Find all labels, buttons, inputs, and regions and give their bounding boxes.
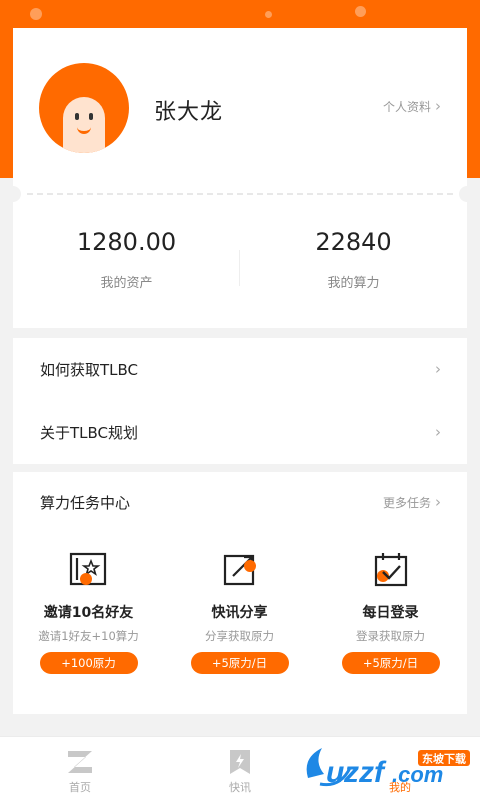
link-how-to-get-tlbc[interactable]: 如何获取TLBC › bbox=[13, 338, 467, 400]
assets-label: 我的资产 bbox=[100, 276, 153, 291]
decor-dot bbox=[265, 11, 272, 18]
svg-text:东坡下载: 东坡下载 bbox=[422, 752, 466, 766]
task-center-title: 算力任务中心 bbox=[40, 494, 131, 512]
avatar-eye bbox=[75, 113, 79, 120]
task-reward-button[interactable]: +5原力/日 bbox=[341, 652, 440, 674]
assets-value: 1280.00 bbox=[76, 228, 177, 256]
ticket-notch-left bbox=[5, 186, 21, 202]
watermark-logo: u zzf .com 东坡下载 bbox=[300, 738, 476, 796]
task-desc: 邀请1好友+10算力 bbox=[38, 629, 139, 643]
tab-home[interactable]: 首页 bbox=[0, 737, 160, 800]
task-desc: 分享获取原力 bbox=[205, 629, 274, 643]
ticket-notch-right bbox=[459, 186, 475, 202]
user-name: 张大龙 bbox=[154, 100, 224, 125]
more-tasks-label: 更多任务 bbox=[382, 496, 431, 510]
task-news-share: 快讯分享 分享获取原力 +5原力/日 bbox=[164, 552, 315, 674]
chevron-right-icon: › bbox=[435, 422, 441, 441]
stats-divider bbox=[239, 250, 240, 286]
decor-dot bbox=[355, 6, 366, 17]
more-tasks-link[interactable]: 更多任务 › bbox=[383, 494, 441, 511]
ticket-perforation bbox=[5, 186, 475, 202]
links-card: 如何获取TLBC › 关于TLBC规划 › bbox=[13, 338, 467, 464]
chevron-right-icon: › bbox=[435, 97, 441, 115]
link-about-tlbc-plan[interactable]: 关于TLBC规划 › bbox=[13, 401, 467, 463]
task-reward-button[interactable]: +5原力/日 bbox=[190, 652, 289, 674]
svg-text:u: u bbox=[326, 756, 344, 789]
news-icon bbox=[225, 747, 255, 777]
stats-row: 1280.00 我的资产 22840 我的算力 bbox=[13, 228, 467, 308]
stat-power[interactable]: 22840 我的算力 bbox=[240, 228, 467, 291]
chevron-right-icon: › bbox=[435, 359, 441, 378]
task-name: 每日登录 bbox=[362, 605, 419, 621]
avatar-mouth bbox=[77, 127, 91, 134]
task-center-card: 算力任务中心 更多任务 › 邀请10名好友 邀请1好友+10算力 +100原力 bbox=[13, 472, 467, 714]
task-name: 邀请10名好友 bbox=[43, 605, 134, 621]
task-desc: 登录获取原力 bbox=[356, 629, 425, 643]
task-daily-login: 每日登录 登录获取原力 +5原力/日 bbox=[315, 552, 466, 674]
decor-dot bbox=[30, 8, 42, 20]
stat-assets[interactable]: 1280.00 我的资产 bbox=[13, 228, 240, 291]
chevron-right-icon: › bbox=[435, 493, 441, 511]
task-name: 快讯分享 bbox=[211, 605, 268, 621]
share-icon bbox=[220, 552, 260, 588]
profile-details-label: 个人资料 bbox=[382, 100, 431, 114]
task-reward-button[interactable]: +100原力 bbox=[39, 652, 138, 674]
power-value: 22840 bbox=[315, 228, 392, 256]
profile-details-link[interactable]: 个人资料 › bbox=[383, 98, 441, 115]
invite-icon bbox=[69, 552, 109, 588]
calendar-check-icon bbox=[371, 552, 411, 588]
tab-label: 快讯 bbox=[229, 781, 251, 794]
dashed-divider bbox=[27, 193, 453, 195]
tab-news[interactable]: 快讯 bbox=[160, 737, 320, 800]
power-label: 我的算力 bbox=[327, 276, 380, 291]
avatar-eye bbox=[89, 113, 93, 120]
home-logo-icon bbox=[65, 747, 95, 777]
link-label: 关于TLBC规划 bbox=[40, 423, 139, 442]
avatar[interactable] bbox=[39, 63, 129, 153]
link-label: 如何获取TLBC bbox=[40, 360, 139, 379]
avatar-face bbox=[63, 97, 105, 153]
profile-card: 张大龙 个人资料 › 1280.00 我的资产 22840 我的算力 bbox=[5, 28, 475, 328]
task-invite-friends: 邀请10名好友 邀请1好友+10算力 +100原力 bbox=[13, 552, 164, 674]
svg-text:zzf: zzf bbox=[343, 756, 387, 789]
tab-label: 首页 bbox=[69, 781, 91, 794]
